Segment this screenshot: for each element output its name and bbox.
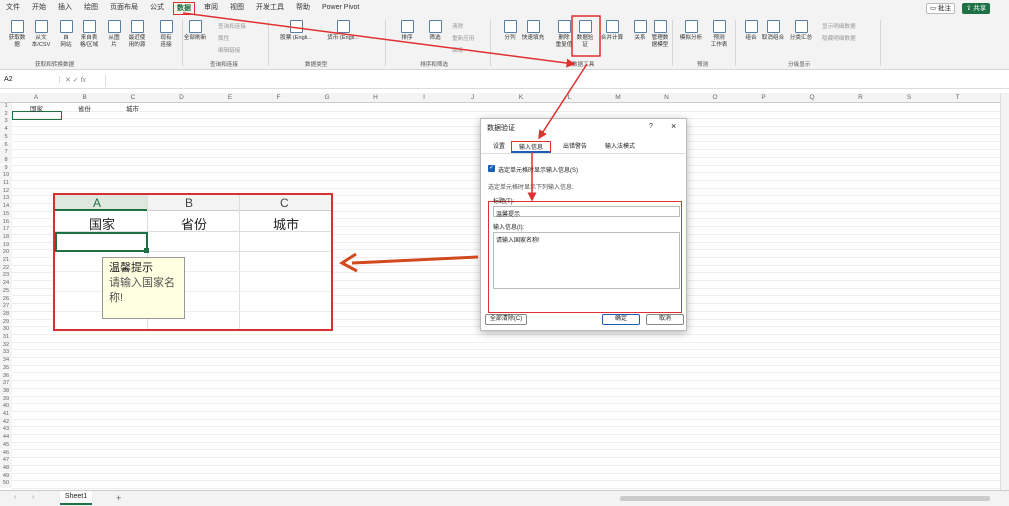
horizontal-scrollbar[interactable] xyxy=(620,496,990,501)
arrow-menu-to-tool xyxy=(182,12,576,68)
prev-sheet-icon[interactable]: ‹ xyxy=(14,494,16,501)
arrow-dialog-to-example xyxy=(351,255,479,265)
sheet-tab-bar: ‹ › Sheet1 + xyxy=(0,490,1009,506)
arrow-tool-to-tab xyxy=(538,63,588,140)
sheet-tab-sheet1[interactable]: Sheet1 xyxy=(60,491,92,505)
data-validation-highlight xyxy=(571,15,601,57)
next-sheet-icon[interactable]: › xyxy=(32,494,34,501)
add-sheet-button[interactable]: + xyxy=(116,493,121,503)
annotation-arrows xyxy=(182,12,601,273)
